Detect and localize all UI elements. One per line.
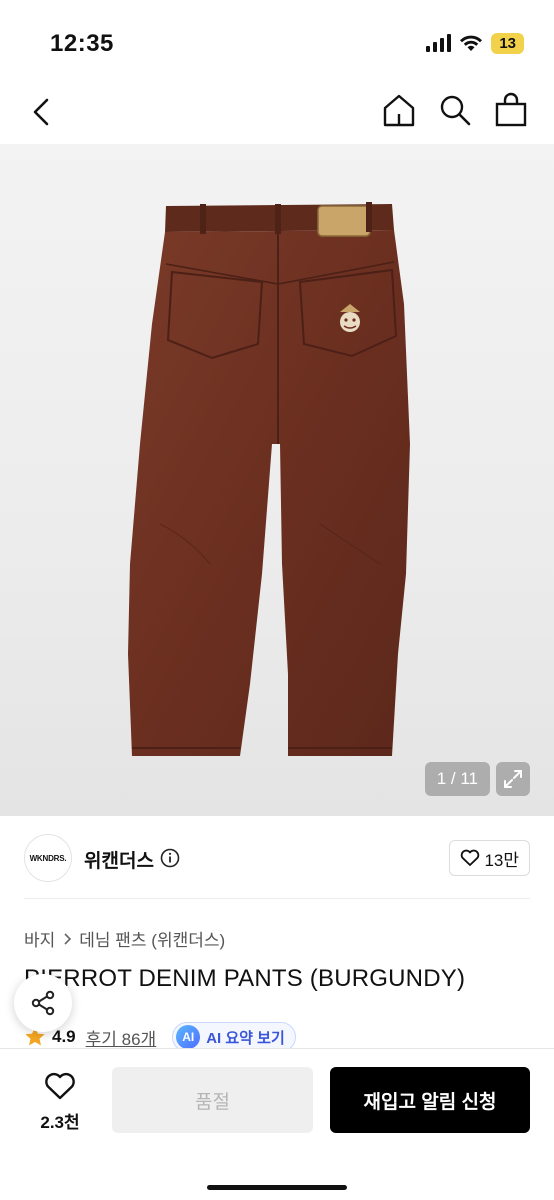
heart-icon xyxy=(45,1072,75,1100)
review-count-link[interactable]: 후기 86개 xyxy=(86,1025,157,1050)
share-icon xyxy=(31,990,55,1016)
ai-icon: AI xyxy=(176,1025,201,1049)
image-counter: 1 / 11 xyxy=(424,762,490,796)
wishlist-button[interactable]: 2.3천 xyxy=(30,1071,90,1133)
product-title: PIERROT DENIM PANTS (BURGUNDY) xyxy=(24,965,466,992)
chevron-right-icon xyxy=(64,932,72,945)
shopping-bag-icon[interactable] xyxy=(494,92,528,128)
home-icon[interactable] xyxy=(382,92,416,128)
category-level2[interactable]: 데님 팬츠 (위캔더스) xyxy=(79,926,225,951)
status-bar: 12:35 13 xyxy=(0,0,554,80)
heart-icon xyxy=(461,849,480,866)
status-icons: 13 xyxy=(426,32,524,54)
brand-name[interactable]: 위캔더스 xyxy=(84,846,154,873)
soldout-button: 품절 xyxy=(112,1067,313,1133)
brand-like-button[interactable]: 13만 xyxy=(449,840,530,876)
home-indicator xyxy=(207,1185,347,1190)
wishlist-count: 2.3천 xyxy=(40,1113,80,1132)
product-image-gallery[interactable]: 1 / 11 xyxy=(0,144,554,816)
battery-icon: 13 xyxy=(491,32,524,54)
status-time: 12:35 xyxy=(50,30,114,57)
top-nav-bar xyxy=(0,80,554,144)
nav-actions xyxy=(382,92,528,128)
expand-image-button[interactable] xyxy=(496,762,530,796)
info-icon[interactable] xyxy=(160,848,180,868)
bottom-action-bar: 2.3천 품절 재입고 알림 신청 xyxy=(0,1048,554,1200)
product-photo-pants xyxy=(128,202,410,756)
restock-label: 재입고 알림 신청 xyxy=(363,1091,497,1113)
search-icon[interactable] xyxy=(438,92,472,128)
ai-summary-label: AI 요약 보기 xyxy=(206,1029,285,1047)
share-button[interactable] xyxy=(14,974,72,1032)
brand-logo[interactable]: WKNDRS. xyxy=(24,834,72,882)
category-level1[interactable]: 바지 xyxy=(24,926,55,951)
brand-row: WKNDRS. 위캔더스 13만 xyxy=(0,830,554,888)
category-breadcrumb: 바지 데님 팬츠 (위캔더스) xyxy=(24,926,225,951)
wifi-icon xyxy=(460,35,483,51)
expand-icon xyxy=(504,770,522,788)
brand-logo-text: WKNDRS. xyxy=(29,853,67,863)
restock-alert-button[interactable]: 재입고 알림 신청 xyxy=(330,1067,530,1133)
brand-like-count: 13만 xyxy=(484,850,519,870)
rating-value: 4.9 xyxy=(52,1027,76,1046)
section-divider xyxy=(24,898,530,899)
soldout-label: 품절 xyxy=(195,1091,230,1113)
back-chevron-icon[interactable] xyxy=(26,94,58,130)
cellular-signal-icon xyxy=(426,34,452,52)
